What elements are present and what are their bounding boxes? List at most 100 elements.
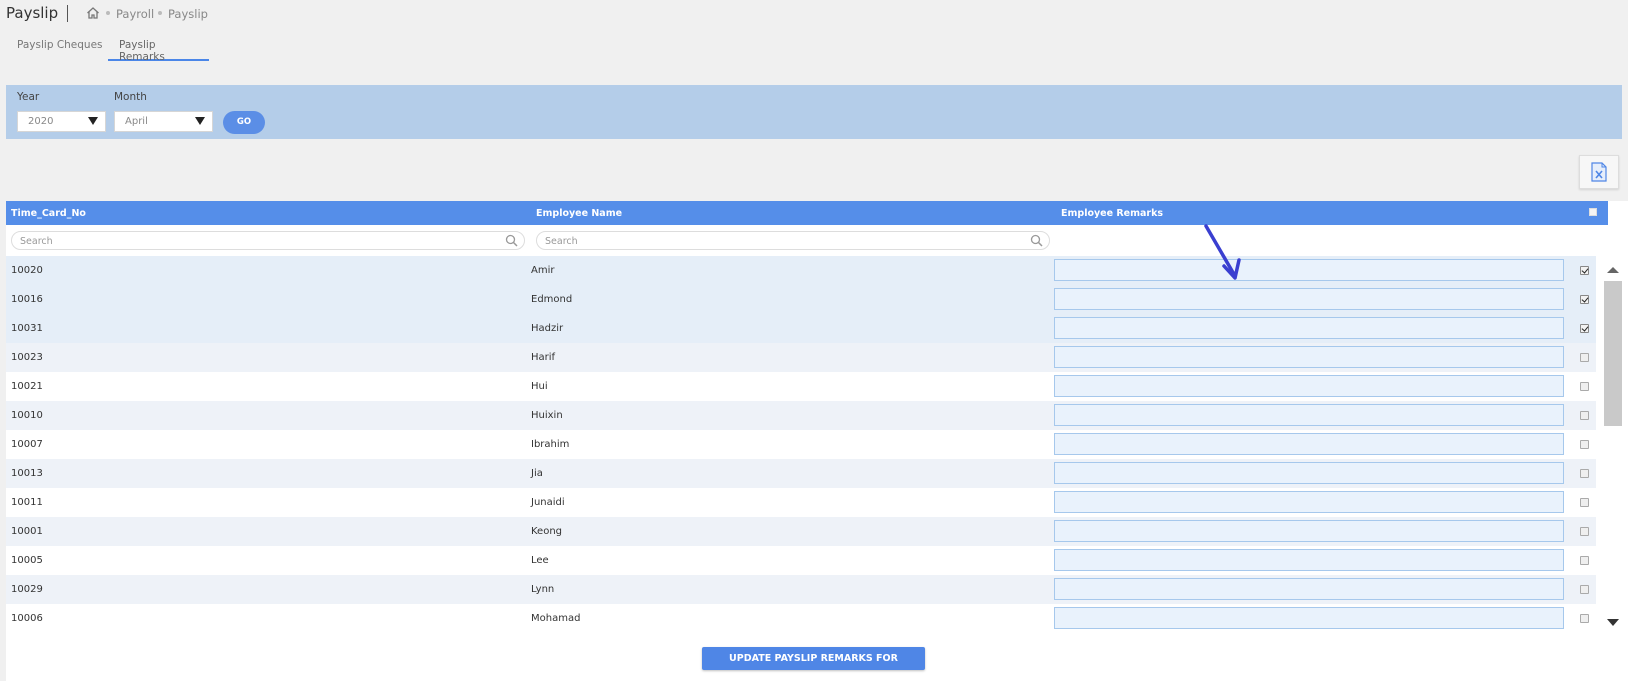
remark-input[interactable] (1054, 259, 1564, 281)
table-row[interactable]: 10006 Mohamad (6, 604, 1596, 633)
search-placeholder: Search (20, 236, 53, 247)
filter-row: Search Search (6, 225, 1608, 256)
table-row[interactable]: 10016 Edmond (6, 285, 1596, 314)
time-card-no-cell: 10013 (11, 468, 43, 479)
page-title: Payslip (6, 4, 59, 22)
employee-name-cell: Hadzir (531, 323, 564, 334)
remark-input[interactable] (1054, 375, 1564, 397)
month-select-value: April (125, 116, 148, 127)
employee-name-cell: Hui (531, 381, 548, 392)
scroll-up-icon[interactable] (1607, 267, 1619, 273)
search-icon (505, 234, 518, 247)
row-select-checkbox[interactable] (1580, 527, 1589, 536)
employee-name-cell: Keong (531, 526, 563, 537)
export-excel-button[interactable] (1579, 155, 1619, 189)
remark-input[interactable] (1054, 288, 1564, 310)
column-header-time-card-no[interactable]: Time_Card_No (11, 208, 86, 219)
employee-name-cell: Jia (531, 468, 543, 479)
breadcrumb-payroll[interactable]: Payroll (116, 7, 154, 21)
year-select-value: 2020 (28, 116, 54, 127)
search-icon (1030, 234, 1043, 247)
time-card-no-cell: 10023 (11, 352, 43, 363)
employee-name-cell: Mohamad (531, 613, 581, 624)
table-row[interactable]: 10020 Amir (6, 256, 1596, 285)
table-row[interactable]: 10007 Ibrahim (6, 430, 1596, 459)
row-select-checkbox[interactable] (1580, 353, 1589, 362)
table-row[interactable]: 10023 Harif (6, 343, 1596, 372)
row-select-checkbox[interactable] (1580, 498, 1589, 507)
time-card-no-cell: 10005 (11, 555, 43, 566)
row-select-checkbox[interactable] (1580, 324, 1589, 333)
search-placeholder: Search (545, 236, 578, 247)
year-label: Year (17, 91, 40, 103)
month-select[interactable]: April (114, 111, 213, 132)
time-card-no-cell: 10016 (11, 294, 43, 305)
go-button[interactable]: GO (223, 111, 265, 134)
remark-input[interactable] (1054, 404, 1564, 426)
row-select-checkbox[interactable] (1580, 440, 1589, 449)
update-remarks-button[interactable]: UPDATE PAYSLIP REMARKS FOR SELECTED (702, 647, 925, 681)
table-row[interactable]: 10010 Huixin (6, 401, 1596, 430)
time-card-no-cell: 10021 (11, 381, 43, 392)
table-row[interactable]: 10029 Lynn (6, 575, 1596, 604)
breadcrumb-separator (158, 11, 162, 15)
remark-input[interactable] (1054, 433, 1564, 455)
employee-name-search-input[interactable]: Search (536, 231, 1050, 250)
scroll-down-icon[interactable] (1607, 619, 1619, 626)
table-row[interactable]: 10011 Junaidi (6, 488, 1596, 517)
row-select-checkbox[interactable] (1580, 556, 1589, 565)
employee-name-cell: Amir (531, 265, 555, 276)
time-card-no-cell: 10029 (11, 584, 43, 595)
employee-name-cell: Junaidi (531, 497, 565, 508)
remark-input[interactable] (1054, 549, 1564, 571)
title-separator (67, 5, 68, 22)
filter-panel: Year 2020 Month April GO (6, 85, 1622, 139)
remark-input[interactable] (1054, 317, 1564, 339)
time-card-no-cell: 10020 (11, 265, 43, 276)
employee-name-cell: Huixin (531, 410, 563, 421)
home-icon[interactable] (86, 6, 100, 20)
time-card-no-cell: 10031 (11, 323, 43, 334)
remark-input[interactable] (1054, 607, 1564, 629)
remark-input[interactable] (1054, 462, 1564, 484)
scrollbar-thumb[interactable] (1604, 281, 1622, 426)
chevron-down-icon (195, 117, 205, 125)
table-row[interactable]: 10021 Hui (6, 372, 1596, 401)
remark-input[interactable] (1054, 491, 1564, 513)
row-select-checkbox[interactable] (1580, 411, 1589, 420)
time-card-no-cell: 10001 (11, 526, 43, 537)
breadcrumb-payslip[interactable]: Payslip (168, 7, 208, 21)
time-card-no-cell: 10011 (11, 497, 43, 508)
row-select-checkbox[interactable] (1580, 614, 1589, 623)
grid-header: Time_Card_No Employee Name Employee Rema… (6, 201, 1608, 225)
remark-input[interactable] (1054, 520, 1564, 542)
column-header-employee-remarks[interactable]: Employee Remarks (1061, 208, 1163, 219)
top-bar: Payslip Payroll Payslip (0, 0, 1628, 28)
vertical-scrollbar[interactable] (1602, 256, 1624, 631)
employee-name-cell: Harif (531, 352, 556, 363)
excel-icon (1591, 162, 1607, 182)
time-card-no-cell: 10007 (11, 439, 43, 450)
employee-name-cell: Ibrahim (531, 439, 570, 450)
tab-payslip-cheques[interactable]: Payslip Cheques (17, 39, 103, 61)
grid-body: 10020 Amir 10016 Edmond 10031 Hadzir 10023 Hari… (6, 256, 1596, 634)
year-select[interactable]: 2020 (17, 111, 106, 132)
remarks-grid: Time_Card_No Employee Name Employee Rema… (6, 201, 1628, 681)
row-select-checkbox[interactable] (1580, 585, 1589, 594)
table-row[interactable]: 10005 Lee (6, 546, 1596, 575)
remark-input[interactable] (1054, 578, 1564, 600)
time-card-search-input[interactable]: Search (11, 231, 525, 250)
remark-input[interactable] (1054, 346, 1564, 368)
select-all-checkbox[interactable] (1589, 208, 1597, 216)
row-select-checkbox[interactable] (1580, 266, 1589, 275)
row-select-checkbox[interactable] (1580, 382, 1589, 391)
table-row[interactable]: 10001 Keong (6, 517, 1596, 546)
tab-payslip-remarks[interactable]: Payslip Remarks (108, 39, 209, 63)
column-header-employee-name[interactable]: Employee Name (536, 208, 622, 219)
breadcrumb-separator (106, 11, 110, 15)
table-row[interactable]: 10031 Hadzir (6, 314, 1596, 343)
row-select-checkbox[interactable] (1580, 469, 1589, 478)
chevron-down-icon (88, 117, 98, 125)
row-select-checkbox[interactable] (1580, 295, 1589, 304)
table-row[interactable]: 10013 Jia (6, 459, 1596, 488)
